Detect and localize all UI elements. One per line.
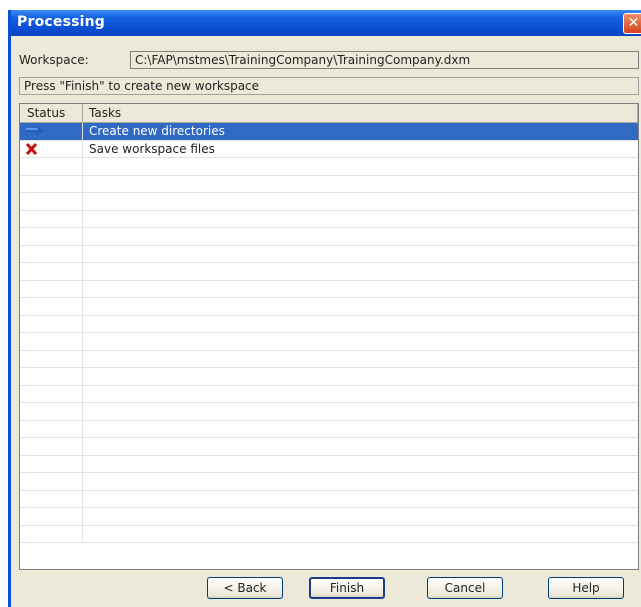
processing-dialog: Processing ✕ Workspace: C:\FAP\mstmes\Tr…: [8, 10, 641, 607]
back-button[interactable]: < Back: [207, 577, 283, 599]
status-cell: [20, 368, 83, 385]
status-cell: [20, 175, 83, 192]
empty-row: [20, 438, 638, 456]
workspace-path-field: C:\FAP\mstmes\TrainingCompany\TrainingCo…: [130, 51, 639, 69]
status-cell: [20, 193, 83, 210]
status-cell: [20, 228, 83, 245]
workspace-label: Workspace:: [19, 53, 89, 67]
window-title: Processing: [17, 14, 106, 30]
status-cell: [20, 473, 83, 490]
red-x-icon: [25, 142, 38, 155]
status-cell: [20, 385, 83, 402]
status-cell: [20, 263, 83, 280]
empty-row: [20, 473, 638, 491]
empty-row: [20, 175, 638, 193]
empty-row: [20, 280, 638, 298]
status-cell: [20, 438, 83, 455]
column-header-tasks[interactable]: Tasks: [83, 104, 638, 123]
empty-row: [20, 508, 638, 526]
title-bar[interactable]: Processing ✕: [11, 10, 641, 36]
status-cell: [20, 403, 83, 420]
empty-row: [20, 315, 638, 333]
cancel-button[interactable]: Cancel: [427, 577, 503, 599]
status-message: Press "Finish" to create new workspace: [19, 77, 639, 95]
status-cell: [20, 455, 83, 472]
empty-row: [20, 228, 638, 246]
empty-row: [20, 455, 638, 473]
status-cell: [20, 298, 83, 315]
empty-row: [20, 525, 638, 543]
column-header-status[interactable]: Status: [20, 104, 83, 123]
task-label: Create new directories: [83, 123, 638, 140]
arrow-right-icon: [26, 126, 44, 136]
empty-row: [20, 193, 638, 211]
table-row[interactable]: Save workspace files: [20, 140, 638, 158]
close-icon: ✕: [627, 15, 640, 31]
empty-row: [20, 403, 638, 421]
status-cell: [20, 508, 83, 525]
empty-row: [20, 158, 638, 176]
status-cell: [20, 525, 83, 542]
status-cell: [20, 140, 83, 157]
empty-row: [20, 368, 638, 386]
status-cell: [20, 350, 83, 367]
status-cell: [20, 123, 83, 140]
empty-row: [20, 490, 638, 508]
finish-button[interactable]: Finish: [309, 577, 385, 599]
empty-row: [20, 298, 638, 316]
empty-row: [20, 333, 638, 351]
status-cell: [20, 280, 83, 297]
tasks-list[interactable]: Status Tasks Create new directories Save…: [19, 103, 639, 570]
empty-row: [20, 420, 638, 438]
status-cell: [20, 490, 83, 507]
status-cell: [20, 420, 83, 437]
status-cell: [20, 333, 83, 350]
status-cell: [20, 158, 83, 175]
help-button[interactable]: Help: [548, 577, 624, 599]
close-button[interactable]: ✕: [623, 13, 641, 34]
status-cell: [20, 210, 83, 227]
status-cell: [20, 245, 83, 262]
empty-row: [20, 210, 638, 228]
empty-row: [20, 385, 638, 403]
task-rows: Create new directories Save workspace fi…: [20, 123, 638, 543]
empty-row: [20, 245, 638, 263]
status-cell: [20, 315, 83, 332]
empty-row: [20, 350, 638, 368]
table-row[interactable]: Create new directories: [20, 123, 638, 141]
empty-row: [20, 263, 638, 281]
task-label: Save workspace files: [89, 141, 215, 156]
